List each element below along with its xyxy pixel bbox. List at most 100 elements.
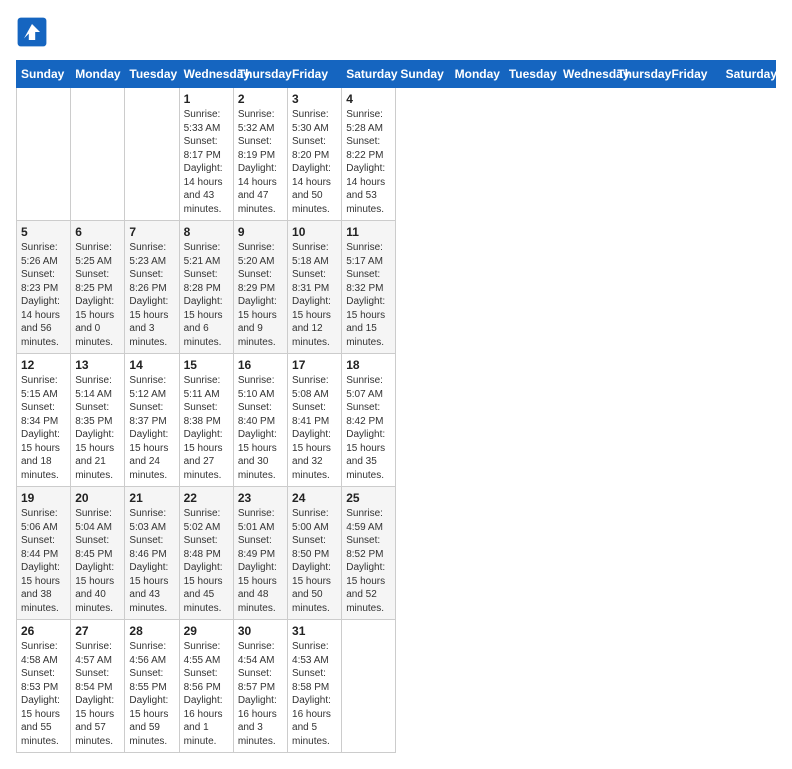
calendar-cell: 22Sunrise: 5:02 AM Sunset: 8:48 PM Dayli… <box>179 487 233 620</box>
day-info: Sunrise: 5:32 AM Sunset: 8:19 PM Dayligh… <box>238 108 283 216</box>
col-header-thursday: Thursday <box>233 61 287 88</box>
day-number: 5 <box>21 225 66 239</box>
day-info: Sunrise: 5:11 AM Sunset: 8:38 PM Dayligh… <box>184 374 229 482</box>
day-info: Sunrise: 5:20 AM Sunset: 8:29 PM Dayligh… <box>238 241 283 349</box>
day-number: 31 <box>292 624 337 638</box>
day-number: 10 <box>292 225 337 239</box>
day-info: Sunrise: 5:07 AM Sunset: 8:42 PM Dayligh… <box>346 374 391 482</box>
day-info: Sunrise: 5:10 AM Sunset: 8:40 PM Dayligh… <box>238 374 283 482</box>
day-number: 17 <box>292 358 337 372</box>
day-info: Sunrise: 4:55 AM Sunset: 8:56 PM Dayligh… <box>184 640 229 748</box>
calendar-cell: 30Sunrise: 4:54 AM Sunset: 8:57 PM Dayli… <box>233 620 287 753</box>
calendar-cell: 28 Sunrise: 4:56 AM Sunset: 8:55 PM Dayli… <box>125 620 179 753</box>
col-header-saturday: Saturday <box>342 61 396 88</box>
calendar-week-row: 19 Sunrise: 5:06 AM Sunset: 8:44 PM Dayli… <box>17 487 776 620</box>
day-number: 9 <box>238 225 283 239</box>
calendar-week-row: 26 Sunrise: 4:58 AM Sunset: 8:53 PM Dayli… <box>17 620 776 753</box>
day-info: Sunrise: 5:23 AM Sunset: 8:26 PM Dayligh… <box>129 241 174 349</box>
calendar-cell: 24 Sunrise: 5:00 AM Sunset: 8:50 PM Dayli… <box>288 487 342 620</box>
calendar-cell <box>125 88 179 221</box>
calendar-cell: 12Sunrise: 5:15 AM Sunset: 8:34 PM Dayli… <box>17 354 71 487</box>
day-info: Sunrise: 4:58 AM Sunset: 8:53 PM Dayligh… <box>21 640 66 748</box>
calendar-cell: 15Sunrise: 5:11 AM Sunset: 8:38 PM Dayli… <box>179 354 233 487</box>
day-number: 1 <box>184 92 229 106</box>
calendar-cell: 19 Sunrise: 5:06 AM Sunset: 8:44 PM Dayli… <box>17 487 71 620</box>
day-number: 14 <box>129 358 174 372</box>
calendar-cell: 1 Sunrise: 5:33 AM Sunset: 8:17 PM Daylig… <box>179 88 233 221</box>
day-number: 26 <box>21 624 66 638</box>
col-header-friday: Friday <box>667 61 721 88</box>
calendar-table: SundayMondayTuesdayWednesdayThursdayFrid… <box>16 60 776 753</box>
day-number: 11 <box>346 225 391 239</box>
day-number: 13 <box>75 358 120 372</box>
calendar-cell: 11Sunrise: 5:17 AM Sunset: 8:32 PM Dayli… <box>342 221 396 354</box>
calendar-week-row: 1 Sunrise: 5:33 AM Sunset: 8:17 PM Daylig… <box>17 88 776 221</box>
calendar-cell: 10Sunrise: 5:18 AM Sunset: 8:31 PM Dayli… <box>288 221 342 354</box>
day-info: Sunrise: 5:33 AM Sunset: 8:17 PM Dayligh… <box>184 108 229 216</box>
calendar-week-row: 5Sunrise: 5:26 AM Sunset: 8:23 PM Daylig… <box>17 221 776 354</box>
day-number: 12 <box>21 358 66 372</box>
day-info: Sunrise: 5:30 AM Sunset: 8:20 PM Dayligh… <box>292 108 337 216</box>
col-header-friday: Friday <box>288 61 342 88</box>
day-info: Sunrise: 4:59 AM Sunset: 8:52 PM Dayligh… <box>346 507 391 615</box>
calendar-cell: 26 Sunrise: 4:58 AM Sunset: 8:53 PM Dayli… <box>17 620 71 753</box>
calendar-cell: 27 Sunrise: 4:57 AM Sunset: 8:54 PM Dayli… <box>71 620 125 753</box>
calendar-cell: 31 Sunrise: 4:53 AM Sunset: 8:58 PM Dayli… <box>288 620 342 753</box>
day-number: 18 <box>346 358 391 372</box>
day-number: 2 <box>238 92 283 106</box>
calendar-cell: 18 Sunrise: 5:07 AM Sunset: 8:42 PM Dayli… <box>342 354 396 487</box>
day-info: Sunrise: 4:57 AM Sunset: 8:54 PM Dayligh… <box>75 640 120 748</box>
day-info: Sunrise: 4:56 AM Sunset: 8:55 PM Dayligh… <box>129 640 174 748</box>
day-info: Sunrise: 5:04 AM Sunset: 8:45 PM Dayligh… <box>75 507 120 615</box>
col-header-tuesday: Tuesday <box>504 61 558 88</box>
day-number: 27 <box>75 624 120 638</box>
day-number: 22 <box>184 491 229 505</box>
calendar-cell: 4Sunrise: 5:28 AM Sunset: 8:22 PM Daylig… <box>342 88 396 221</box>
col-header-wednesday: Wednesday <box>179 61 233 88</box>
day-info: Sunrise: 5:01 AM Sunset: 8:49 PM Dayligh… <box>238 507 283 615</box>
day-info: Sunrise: 5:12 AM Sunset: 8:37 PM Dayligh… <box>129 374 174 482</box>
day-number: 16 <box>238 358 283 372</box>
calendar-cell: 29 Sunrise: 4:55 AM Sunset: 8:56 PM Dayli… <box>179 620 233 753</box>
col-header-sunday: Sunday <box>17 61 71 88</box>
calendar-cell: 23 Sunrise: 5:01 AM Sunset: 8:49 PM Dayli… <box>233 487 287 620</box>
day-info: Sunrise: 4:53 AM Sunset: 8:58 PM Dayligh… <box>292 640 337 748</box>
col-header-tuesday: Tuesday <box>125 61 179 88</box>
calendar-cell: 13 Sunrise: 5:14 AM Sunset: 8:35 PM Dayli… <box>71 354 125 487</box>
day-info: Sunrise: 5:28 AM Sunset: 8:22 PM Dayligh… <box>346 108 391 216</box>
day-number: 7 <box>129 225 174 239</box>
logo-icon <box>16 16 48 48</box>
col-header-monday: Monday <box>71 61 125 88</box>
day-info: Sunrise: 5:21 AM Sunset: 8:28 PM Dayligh… <box>184 241 229 349</box>
day-info: Sunrise: 5:03 AM Sunset: 8:46 PM Dayligh… <box>129 507 174 615</box>
day-info: Sunrise: 5:25 AM Sunset: 8:25 PM Dayligh… <box>75 241 120 349</box>
day-info: Sunrise: 5:06 AM Sunset: 8:44 PM Dayligh… <box>21 507 66 615</box>
calendar-week-row: 12Sunrise: 5:15 AM Sunset: 8:34 PM Dayli… <box>17 354 776 487</box>
day-number: 23 <box>238 491 283 505</box>
col-header-sunday: Sunday <box>396 61 450 88</box>
day-info: Sunrise: 5:00 AM Sunset: 8:50 PM Dayligh… <box>292 507 337 615</box>
day-info: Sunrise: 5:08 AM Sunset: 8:41 PM Dayligh… <box>292 374 337 482</box>
day-number: 19 <box>21 491 66 505</box>
day-number: 8 <box>184 225 229 239</box>
day-number: 3 <box>292 92 337 106</box>
col-header-monday: Monday <box>450 61 504 88</box>
calendar-cell: 3 Sunrise: 5:30 AM Sunset: 8:20 PM Daylig… <box>288 88 342 221</box>
col-header-thursday: Thursday <box>613 61 667 88</box>
col-header-wednesday: Wednesday <box>559 61 613 88</box>
calendar-cell: 5Sunrise: 5:26 AM Sunset: 8:23 PM Daylig… <box>17 221 71 354</box>
day-number: 29 <box>184 624 229 638</box>
calendar-cell: 6Sunrise: 5:25 AM Sunset: 8:25 PM Daylig… <box>71 221 125 354</box>
calendar-cell <box>17 88 71 221</box>
calendar-cell: 16 Sunrise: 5:10 AM Sunset: 8:40 PM Dayli… <box>233 354 287 487</box>
calendar-cell: 8 Sunrise: 5:21 AM Sunset: 8:28 PM Daylig… <box>179 221 233 354</box>
calendar-cell <box>71 88 125 221</box>
day-info: Sunrise: 5:14 AM Sunset: 8:35 PM Dayligh… <box>75 374 120 482</box>
col-header-saturday: Saturday <box>721 61 775 88</box>
day-number: 24 <box>292 491 337 505</box>
day-number: 28 <box>129 624 174 638</box>
calendar-cell: 2 Sunrise: 5:32 AM Sunset: 8:19 PM Daylig… <box>233 88 287 221</box>
calendar-cell: 14 Sunrise: 5:12 AM Sunset: 8:37 PM Dayli… <box>125 354 179 487</box>
day-number: 25 <box>346 491 391 505</box>
calendar-cell <box>342 620 396 753</box>
